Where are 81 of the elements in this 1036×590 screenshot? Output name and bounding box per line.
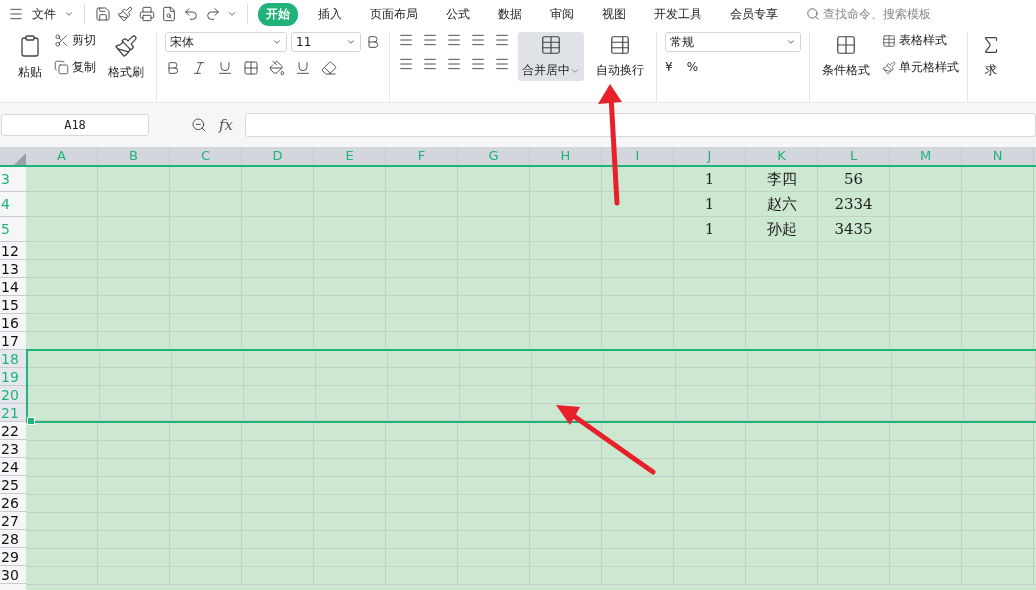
caret-icon bbox=[786, 37, 796, 47]
table-cell: 赵六 bbox=[746, 192, 818, 216]
copy-icon bbox=[54, 60, 69, 75]
row-header[interactable]: 16 bbox=[0, 314, 26, 332]
ribbon-tab[interactable]: 视图 bbox=[594, 2, 634, 26]
format-painter-button[interactable]: 格式刷 bbox=[104, 32, 148, 83]
brush-icon[interactable] bbox=[117, 6, 133, 22]
row-header[interactable]: 22 bbox=[0, 422, 26, 440]
table-cell: 1 bbox=[674, 192, 746, 216]
name-box[interactable]: A18 bbox=[1, 114, 149, 136]
zoom-icon[interactable] bbox=[191, 117, 207, 133]
row-header[interactable]: 28 bbox=[0, 530, 26, 548]
table-cell: 孙起 bbox=[746, 217, 818, 241]
ribbon-tab[interactable]: 开发工具 bbox=[646, 2, 710, 26]
row-header[interactable]: 14 bbox=[0, 278, 26, 296]
row-header[interactable]: 12 bbox=[0, 242, 26, 260]
merge-center-button[interactable]: 合并居中 bbox=[518, 32, 584, 81]
row-header[interactable]: 30 bbox=[0, 566, 26, 584]
row-header[interactable]: 29 bbox=[0, 548, 26, 566]
caret-icon bbox=[272, 37, 282, 47]
ribbon-tab[interactable]: 页面布局 bbox=[362, 2, 426, 26]
formula-field[interactable] bbox=[245, 113, 1036, 137]
font-size-dropdown[interactable]: 11 bbox=[291, 32, 361, 52]
ribbon-tab[interactable]: 审阅 bbox=[542, 2, 582, 26]
row-header[interactable]: 15 bbox=[0, 296, 26, 314]
undo-icon[interactable] bbox=[183, 6, 199, 22]
wrap-text-button[interactable]: 自动换行 bbox=[592, 32, 648, 81]
table-icon bbox=[882, 33, 896, 48]
copy-button[interactable]: 复制 bbox=[54, 59, 96, 76]
caret-icon bbox=[64, 9, 74, 19]
table-cell: 李四 bbox=[746, 167, 818, 191]
italic-icon[interactable] bbox=[191, 60, 207, 76]
percent-button[interactable]: % bbox=[686, 60, 699, 74]
ribbon-tab[interactable]: 数据 bbox=[490, 2, 530, 26]
table-cell: 1 bbox=[674, 217, 746, 241]
paste-button[interactable]: 粘贴 bbox=[14, 32, 46, 83]
scissors-icon bbox=[54, 33, 69, 48]
table-cell: 1 bbox=[674, 167, 746, 191]
save-icon[interactable] bbox=[95, 6, 111, 22]
bold-icon[interactable] bbox=[165, 60, 181, 76]
wrap-text-icon bbox=[609, 34, 631, 56]
table-cell: 56 bbox=[818, 167, 890, 191]
ribbon-tab[interactable]: 会员专享 bbox=[722, 2, 786, 26]
fill-handle[interactable] bbox=[27, 417, 35, 425]
search-icon bbox=[806, 7, 820, 21]
font-name-dropdown[interactable]: 宋体 bbox=[165, 32, 287, 52]
conditional-format-button[interactable]: 条件格式 bbox=[818, 32, 874, 81]
eraser-icon[interactable] bbox=[321, 60, 337, 76]
underline-icon[interactable] bbox=[217, 60, 233, 76]
number-format-dropdown[interactable]: 常规 bbox=[665, 32, 801, 52]
border-icon[interactable] bbox=[243, 60, 259, 76]
ribbon-tab[interactable]: 公式 bbox=[438, 2, 478, 26]
function-icon[interactable]: fx bbox=[219, 116, 233, 134]
row-header[interactable]: 23 bbox=[0, 440, 26, 458]
currency-button[interactable]: ¥ bbox=[665, 60, 673, 74]
grid-icon bbox=[835, 34, 857, 56]
sum-button[interactable]: 求 bbox=[976, 32, 1006, 81]
brush-icon bbox=[882, 60, 896, 75]
caret-icon bbox=[227, 9, 237, 19]
table-cell: 2334 bbox=[818, 192, 890, 216]
row-header[interactable]: 13 bbox=[0, 260, 26, 278]
row-header[interactable]: 26 bbox=[0, 494, 26, 512]
table-cell: 3435 bbox=[818, 217, 890, 241]
row-header[interactable]: 25 bbox=[0, 476, 26, 494]
table-style-button[interactable]: 表格样式 bbox=[882, 32, 947, 49]
file-menu[interactable]: 文件 bbox=[30, 5, 58, 23]
redo-icon[interactable] bbox=[205, 6, 221, 22]
cell-style-button[interactable]: 单元格样式 bbox=[882, 59, 959, 76]
clipboard-icon bbox=[18, 34, 42, 58]
brush-icon bbox=[114, 34, 138, 58]
ribbon-tab[interactable]: 插入 bbox=[310, 2, 350, 26]
cut-button[interactable]: 剪切 bbox=[54, 32, 96, 49]
merge-cells-icon bbox=[540, 34, 562, 56]
menu-icon[interactable] bbox=[8, 6, 24, 22]
print-icon[interactable] bbox=[139, 6, 155, 22]
row-header[interactable]: 24 bbox=[0, 458, 26, 476]
bold-icon[interactable] bbox=[365, 34, 381, 50]
caret-icon bbox=[346, 37, 356, 47]
row-header[interactable]: 27 bbox=[0, 512, 26, 530]
preview-icon[interactable] bbox=[161, 6, 177, 22]
fill-color-icon[interactable] bbox=[269, 60, 285, 76]
